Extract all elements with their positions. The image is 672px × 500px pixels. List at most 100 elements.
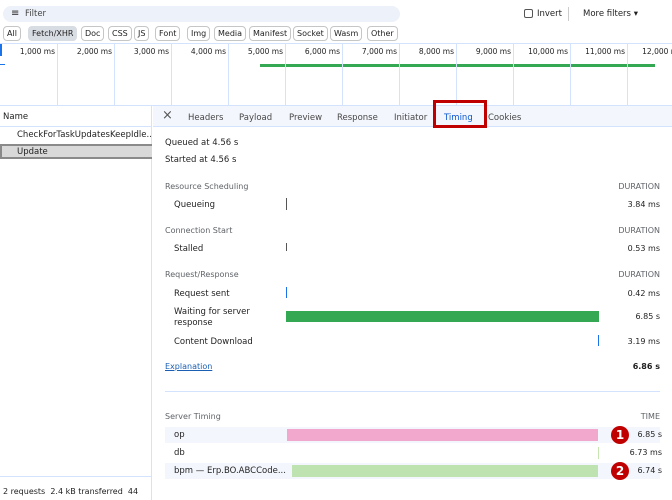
server-timing-value: 6.85 s — [637, 430, 662, 439]
name-column-header[interactable]: Name — [3, 112, 28, 122]
content-download-label: Content Download — [174, 337, 253, 347]
request-count: 2 requests — [3, 487, 46, 496]
duration-header: DURATION — [618, 182, 660, 191]
queued-at: Queued at 4.56 s — [165, 138, 239, 148]
server-timing-label: bpm — Erp.BO.ABCCode... — [174, 466, 286, 476]
filter-chip-doc[interactable]: Doc — [81, 26, 105, 41]
queueing-bar — [286, 198, 287, 210]
server-timing-bar — [292, 465, 598, 477]
grid-line — [285, 44, 286, 106]
total-duration: 6.86 s — [632, 362, 660, 371]
filter-chip-media[interactable]: Media — [214, 26, 247, 41]
filter-chip-fetch-xhr[interactable]: Fetch/XHR — [28, 26, 78, 41]
overview-timeline[interactable]: 1,000 ms 2,000 ms 3,000 ms 4,000 ms 5,000 ms… — [0, 43, 672, 106]
grid-line — [342, 44, 343, 106]
tick-label: 12,000 ms — [642, 47, 672, 56]
tab-preview[interactable]: Preview — [289, 113, 322, 123]
started-at: Started at 4.56 s — [165, 155, 237, 165]
content-download-value: 3.19 ms — [627, 337, 660, 346]
duration-header: DURATION — [618, 270, 660, 279]
tick-label: 4,000 ms — [190, 47, 226, 56]
filter-chip-img[interactable]: Img — [187, 26, 211, 41]
request-bar — [260, 64, 655, 67]
grid-line — [57, 44, 58, 106]
annotation-badge: 1 — [611, 426, 629, 444]
filter-chip-font[interactable]: Font — [155, 26, 181, 41]
explanation-link[interactable]: Explanation — [165, 362, 212, 371]
filter-chip-other[interactable]: Other — [367, 26, 398, 41]
stalled-label: Stalled — [174, 244, 204, 254]
tick-label: 1,000 ms — [19, 47, 55, 56]
server-timing-label: db — [174, 448, 185, 458]
content-download-bar — [598, 335, 599, 346]
grid-line — [228, 44, 229, 106]
tick-label: 2,000 ms — [76, 47, 112, 56]
filter-input[interactable]: ≡ Filter — [3, 6, 400, 22]
invert-checkbox[interactable] — [524, 9, 533, 18]
tick-label: 11,000 ms — [585, 47, 625, 56]
request-list: Name CheckForTaskUpdatesKeepIdle... Upda… — [0, 106, 152, 500]
server-timing-title: Server Timing — [165, 412, 221, 421]
request-sent-label: Request sent — [174, 289, 230, 299]
filter-icon: ≡ — [11, 8, 20, 19]
divider — [568, 7, 569, 21]
annotation-badge: 2 — [611, 462, 629, 480]
queueing-label: Queueing — [174, 200, 216, 210]
filter-chip-wasm[interactable]: Wasm — [330, 26, 363, 41]
server-timing-bar — [287, 429, 598, 441]
close-icon[interactable]: × — [162, 108, 173, 123]
duration-header: DURATION — [618, 226, 660, 235]
tick-label: 8,000 ms — [418, 47, 454, 56]
filter-chip-css[interactable]: CSS — [108, 26, 132, 41]
request-sent-bar — [286, 287, 287, 298]
tick-label: 5,000 ms — [247, 47, 283, 56]
grid-line — [570, 44, 571, 106]
filter-chip-socket[interactable]: Socket — [293, 26, 328, 41]
tick-label: 3,000 ms — [133, 47, 169, 56]
timeline-handle[interactable] — [0, 44, 2, 56]
grid-line — [513, 44, 514, 106]
divider — [165, 391, 660, 392]
stalled-value: 0.53 ms — [627, 244, 660, 253]
grid-line — [627, 44, 628, 106]
filter-chip-all[interactable]: All — [3, 26, 21, 41]
server-timing-value: 6.73 ms — [629, 448, 662, 457]
highlight-box — [433, 100, 487, 128]
request-item-selected[interactable]: Update — [0, 144, 152, 159]
waiting-label: Waiting for server response — [174, 307, 250, 328]
grid-line — [171, 44, 172, 106]
stalled-bar — [286, 243, 287, 251]
request-bar-small — [0, 64, 5, 65]
tick-label: 7,000 ms — [361, 47, 397, 56]
tab-response[interactable]: Response — [337, 113, 378, 123]
tab-initiator[interactable]: Initiator — [394, 113, 427, 123]
status-bar: 2 requests 2.4 kB transferred 44 — [3, 487, 138, 496]
request-item[interactable]: CheckForTaskUpdatesKeepIdle... — [17, 130, 152, 140]
detail-tabs: × Headers Payload Preview Response Initiator… — [153, 100, 672, 128]
section-title: Resource Scheduling — [165, 182, 249, 191]
tick-label: 9,000 ms — [475, 47, 511, 56]
queueing-value: 3.84 ms — [627, 200, 660, 209]
waiting-bar — [286, 311, 599, 322]
section-title: Connection Start — [165, 226, 233, 235]
request-sent-value: 0.42 ms — [627, 289, 660, 298]
tab-headers[interactable]: Headers — [188, 113, 223, 123]
request-item-label: Update — [17, 147, 48, 157]
more-filters-button[interactable]: More filters ▾ — [583, 9, 638, 19]
time-header: TIME — [640, 412, 660, 421]
tick-label: 10,000 ms — [528, 47, 568, 56]
section-title: Request/Response — [165, 270, 239, 279]
server-timing-label: op — [174, 430, 185, 440]
invert-label: Invert — [537, 9, 562, 19]
more-filters-label: More filters — [583, 9, 631, 19]
grid-line — [399, 44, 400, 106]
tab-cookies[interactable]: Cookies — [488, 113, 521, 123]
dropdown-icon: ▾ — [633, 9, 638, 19]
tab-payload[interactable]: Payload — [239, 113, 272, 123]
tick-label: 6,000 ms — [304, 47, 340, 56]
filter-chip-manifest[interactable]: Manifest — [249, 26, 292, 41]
waiting-value: 6.85 s — [635, 312, 660, 321]
server-timing-row — [165, 445, 660, 461]
filter-chip-js[interactable]: JS — [134, 26, 150, 41]
grid-line — [456, 44, 457, 106]
